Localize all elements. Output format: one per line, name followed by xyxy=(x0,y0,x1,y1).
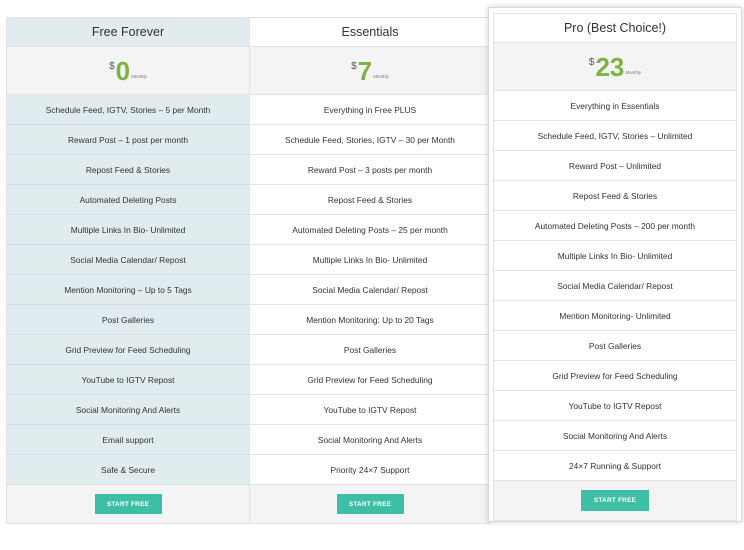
feature-row: Everything in Free PLUS xyxy=(250,95,490,125)
plan-name: Essentials xyxy=(250,18,490,47)
price-currency: $ xyxy=(109,60,115,72)
start-free-button[interactable]: START FREE xyxy=(581,490,649,511)
feature-row: Social Monitoring And Alerts xyxy=(7,395,249,425)
feature-row: Schedule Feed, IGTV, Stories – 5 per Mon… xyxy=(7,95,249,125)
feature-row: Automated Deleting Posts – 200 per month xyxy=(494,211,736,241)
plan-footer: START FREE xyxy=(250,485,490,523)
feature-row: Social Monitoring And Alerts xyxy=(250,425,490,455)
feature-row: Reward Post – Unlimited xyxy=(494,151,736,181)
price-amount: 7 xyxy=(357,55,373,86)
feature-row: Social Media Calendar/ Repost xyxy=(494,271,736,301)
feature-row: Grid Preview for Feed Scheduling xyxy=(494,361,736,391)
feature-row: 24×7 Running & Support xyxy=(494,451,736,481)
feature-row: Mention Monitoring- Unlimited xyxy=(494,301,736,331)
feature-row: Mention Monitoring – Up to 5 Tags xyxy=(7,275,249,305)
plan-free-forever: Free Forever $ 0 Monthly Schedule Feed, … xyxy=(6,17,250,524)
price-period: Monthly xyxy=(625,69,642,75)
feature-row: Repost Feed & Stories xyxy=(7,155,249,185)
feature-row: Grid Preview for Feed Scheduling xyxy=(250,365,490,395)
feature-row: Multiple Links In Bio- Unlimited xyxy=(7,215,249,245)
feature-row: Everything in Essentials xyxy=(494,91,736,121)
feature-row: Social Monitoring And Alerts xyxy=(494,421,736,451)
plan-price: $ 23 Monthly xyxy=(494,43,736,91)
plan-name: Pro (Best Choice!) xyxy=(494,14,736,43)
feature-row: Mention Monitoring: Up to 20 Tags xyxy=(250,305,490,335)
price-period: Monthly xyxy=(373,73,389,79)
plan-footer: START FREE xyxy=(494,481,736,520)
price-amount: 23 xyxy=(595,51,625,82)
feature-row: Repost Feed & Stories xyxy=(250,185,490,215)
feature-row: Safe & Secure xyxy=(7,455,249,485)
feature-row: Priority 24×7 Support xyxy=(250,455,490,485)
feature-row: Post Galleries xyxy=(250,335,490,365)
feature-row: Social Media Calendar/ Repost xyxy=(250,275,490,305)
feature-row: Automated Deleting Posts – 25 per month xyxy=(250,215,490,245)
plan-essentials: Essentials $ 7 Monthly Everything in Fre… xyxy=(249,17,491,524)
price-currency: $ xyxy=(588,56,595,68)
start-free-button[interactable]: START FREE xyxy=(94,494,162,514)
feature-row: Multiple Links In Bio- Unlimited xyxy=(494,241,736,271)
plan-footer: START FREE xyxy=(7,485,249,523)
feature-row: YouTube to IGTV Repost xyxy=(250,395,490,425)
feature-row: Reward Post – 1 post per month xyxy=(7,125,249,155)
feature-row: Post Galleries xyxy=(7,305,249,335)
price-amount: 0 xyxy=(115,55,131,86)
price-period: Monthly xyxy=(131,73,147,79)
feature-row: Multiple Links In Bio- Unlimited xyxy=(250,245,490,275)
feature-row: Automated Deleting Posts xyxy=(7,185,249,215)
feature-row: Repost Feed & Stories xyxy=(494,181,736,211)
feature-row: Email support xyxy=(7,425,249,455)
feature-row: Reward Post – 3 posts per month xyxy=(250,155,490,185)
feature-row: Grid Preview for Feed Scheduling xyxy=(7,335,249,365)
start-free-button[interactable]: START FREE xyxy=(336,494,404,514)
feature-row: YouTube to IGTV Repost xyxy=(7,365,249,395)
plan-price: $ 7 Monthly xyxy=(250,47,490,95)
plan-price: $ 0 Monthly xyxy=(7,47,249,95)
feature-row: Schedule Feed, Stories, IGTV – 30 per Mo… xyxy=(250,125,490,155)
feature-row: Social Media Calendar/ Repost xyxy=(7,245,249,275)
price-currency: $ xyxy=(351,60,357,72)
feature-row: Post Galleries xyxy=(494,331,736,361)
plan-pro: Pro (Best Choice!) $ 23 Monthly Everythi… xyxy=(488,7,742,522)
feature-row: Schedule Feed, IGTV, Stories – Unlimited xyxy=(494,121,736,151)
feature-row: YouTube to IGTV Repost xyxy=(494,391,736,421)
plan-name: Free Forever xyxy=(7,18,249,47)
